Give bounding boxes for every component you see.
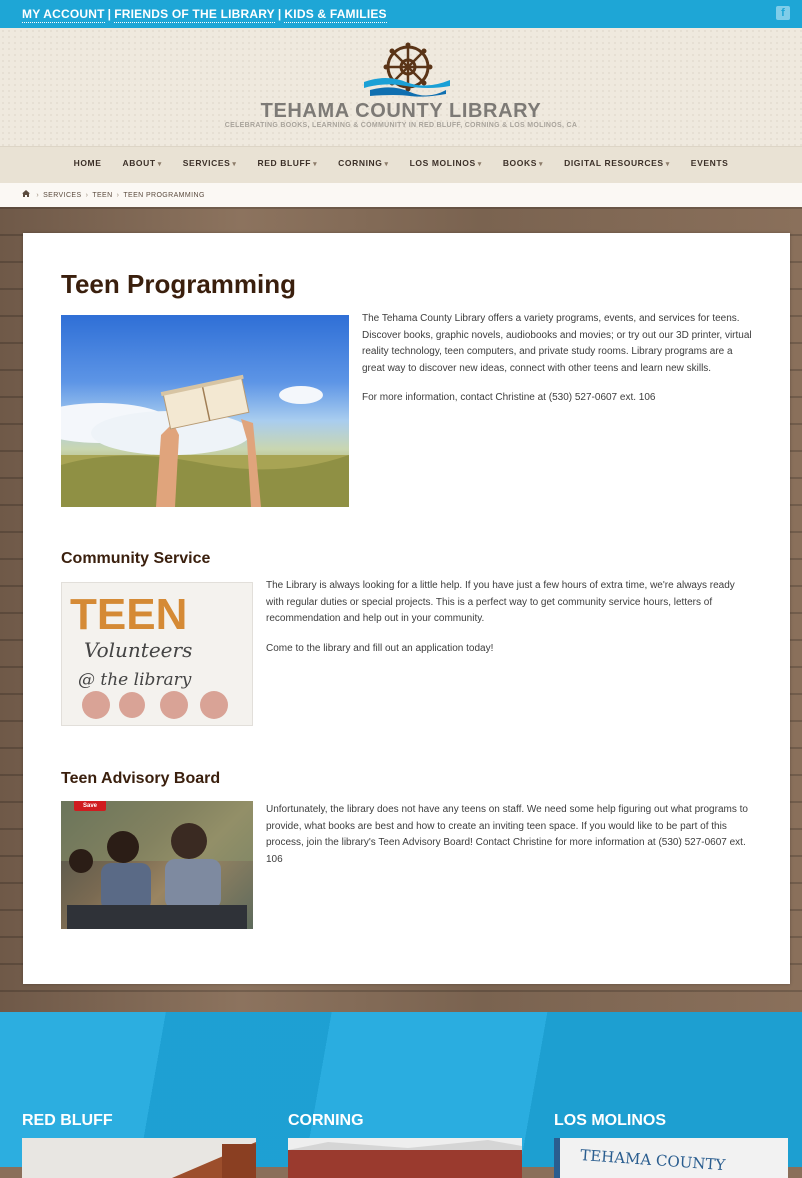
community-text: The Library is always looking for a litt… [266,578,746,670]
nav-services[interactable]: SERVICES ▾ [183,158,237,168]
site-header: TEHAMA COUNTY LIBRARY CELEBRATING BOOKS,… [0,28,802,146]
chevron-down-icon: ▾ [538,161,544,168]
breadcrumb-teen[interactable]: TEEN [92,192,112,199]
footer-red-bluff-title[interactable]: RED BLUFF [22,1112,256,1130]
chevron-down-icon: ▾ [665,161,670,168]
volunteers-image-text: Volunteers [84,638,192,662]
nav-events[interactable]: EVENTS [691,158,729,168]
save-pin-button[interactable]: Save [74,801,106,811]
content-card: Teen Programming The Tehama County Libra… [23,233,790,984]
red-bluff-branch-photo[interactable] [22,1138,256,1178]
friends-of-library-link[interactable]: FRIENDS OF THE LIBRARY [114,7,275,23]
chevron-down-icon: ▾ [477,161,482,168]
teen-image-text: TEEN [70,590,187,639]
teen-reading-image [61,315,349,507]
page-title: Teen Programming [61,269,297,299]
facebook-icon[interactable]: f [776,6,790,20]
breadcrumb-separator: › [36,192,40,199]
teen-advisory-image: Save [61,801,253,929]
footer-corning: CORNING [288,1112,522,1178]
chevron-down-icon: ▾ [313,161,318,168]
chevron-down-icon: ▾ [157,161,162,168]
footer-los-molinos-title[interactable]: LOS MOLINOS [554,1112,788,1130]
nav-los-molinos[interactable]: LOS MOLINOS ▾ [410,158,482,168]
library-wheel-logo[interactable] [360,40,452,102]
teen-advisory-heading: Teen Advisory Board [61,770,221,787]
footer-red-bluff: RED BLUFF [22,1112,256,1178]
breadcrumb-separator: › [116,192,120,199]
footer-los-molinos: LOS MOLINOS TEHAMA COUNTY [554,1112,788,1178]
nav-home[interactable]: HOME [74,158,102,168]
los-molinos-branch-photo[interactable]: TEHAMA COUNTY [554,1138,788,1178]
community-service-heading: Community Service [61,550,211,567]
breadcrumb: › SERVICES › TEEN › TEEN PROGRAMMING [0,183,802,207]
main-nav: HOME ABOUT ▾ SERVICES ▾ RED BLUFF ▾ CORNING… [0,146,802,184]
nav-corning[interactable]: CORNING ▾ [338,158,388,168]
nav-about[interactable]: ABOUT ▾ [122,158,161,168]
community-cta: Come to the library and fill out an appl… [266,642,494,654]
nav-books[interactable]: BOOKS ▾ [503,158,543,168]
corning-branch-photo[interactable] [288,1138,522,1178]
nav-digital-resources[interactable]: DIGITAL RESOURCES ▾ [564,158,670,168]
contact-paragraph: For more information, contact Christine … [362,392,656,403]
intro-paragraph: The Tehama County Library offers a varie… [362,313,752,374]
chevron-down-icon: ▾ [232,161,237,168]
teen-volunteers-image: TEEN Volunteers @ the library [61,582,253,726]
advisory-text: Unfortunately, the library does not have… [266,802,756,881]
breadcrumb-current: TEEN PROGRAMMING [123,192,205,199]
community-paragraph: The Library is always looking for a litt… [266,580,735,624]
top-bar: MY ACCOUNT | FRIENDS OF THE LIBRARY | KIDS &… [0,0,802,28]
link-separator: | [107,7,112,21]
home-icon[interactable] [22,190,32,199]
footer: RED BLUFF CORNING LOS MOLINOS TEHAMA COU… [0,1012,802,1178]
breadcrumb-services[interactable]: SERVICES [43,192,81,199]
intro-text: The Tehama County Library offers a varie… [362,311,754,420]
breadcrumb-separator: › [85,192,89,199]
chevron-down-icon: ▾ [384,161,389,168]
advisory-paragraph: Unfortunately, the library does not have… [266,804,748,865]
link-separator: | [277,7,282,21]
library-name[interactable]: TEHAMA COUNTY LIBRARY [0,100,802,123]
footer-corning-title[interactable]: CORNING [288,1112,522,1130]
nav-red-bluff[interactable]: RED BLUFF ▾ [258,158,318,168]
at-library-image-text: @ the library [78,670,192,690]
my-account-link[interactable]: MY ACCOUNT [22,7,105,23]
kids-families-link[interactable]: KIDS & FAMILIES [284,7,387,23]
top-links: MY ACCOUNT | FRIENDS OF THE LIBRARY | KIDS &… [22,7,387,23]
library-tagline: CELEBRATING BOOKS, LEARNING & COMMUNITY … [224,122,578,129]
